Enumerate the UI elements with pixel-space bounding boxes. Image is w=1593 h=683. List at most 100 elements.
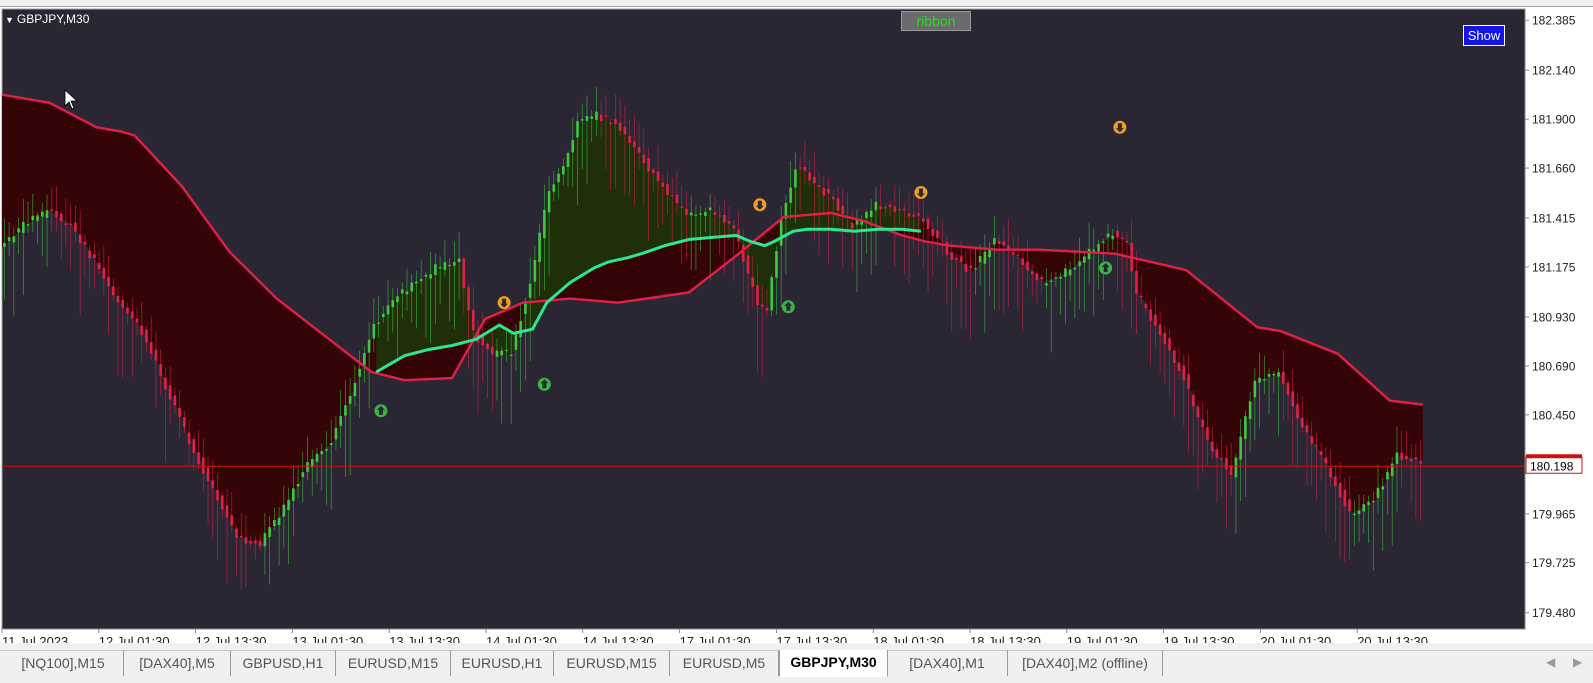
candle-body bbox=[268, 527, 271, 537]
candle-body bbox=[239, 535, 243, 538]
candle-body bbox=[983, 251, 987, 264]
candle-body bbox=[675, 194, 679, 204]
candle-body bbox=[1300, 417, 1304, 428]
chart-tab[interactable]: [NQ100],M15 bbox=[3, 651, 124, 676]
candle-body bbox=[974, 268, 977, 270]
candle-body bbox=[1101, 241, 1105, 244]
dropdown-triangle-icon[interactable]: ▼ bbox=[5, 15, 14, 25]
candle-body bbox=[1338, 483, 1342, 498]
candle-body bbox=[145, 329, 148, 343]
candle-body bbox=[964, 263, 968, 272]
show-button[interactable]: Show bbox=[1463, 25, 1505, 46]
candle-body bbox=[296, 483, 300, 487]
candle-body bbox=[1154, 314, 1157, 326]
candle-body bbox=[1206, 427, 1209, 440]
candle-body bbox=[1163, 333, 1167, 345]
candle-body bbox=[434, 264, 437, 275]
candle-body bbox=[993, 238, 996, 245]
symbol-label[interactable]: ▼ GBPJPY,M30 bbox=[5, 12, 89, 26]
price-tick-label: 180.930 bbox=[1532, 310, 1576, 324]
candle-body bbox=[969, 265, 972, 269]
chart-tab[interactable]: EURUSD,M5 bbox=[670, 651, 779, 676]
candle-body bbox=[225, 505, 229, 518]
candle-body bbox=[216, 490, 219, 501]
candle-body bbox=[1405, 455, 1408, 460]
candle-body bbox=[770, 277, 774, 311]
candle-body bbox=[1083, 256, 1086, 263]
candle-body bbox=[1291, 391, 1295, 407]
candle-body bbox=[448, 264, 451, 267]
candle-body bbox=[40, 211, 44, 217]
price-tick-label: 182.140 bbox=[1532, 64, 1576, 78]
candle-body bbox=[718, 215, 721, 217]
candle-body bbox=[959, 256, 963, 262]
candle-body bbox=[865, 211, 868, 219]
price-chart[interactable]: 182.385 182.140 181.900 181.660 181.415 181.1… bbox=[0, 7, 1593, 643]
candle-body bbox=[1234, 457, 1238, 478]
candle-body bbox=[367, 339, 371, 353]
candle-body bbox=[1026, 261, 1029, 271]
candle-body bbox=[907, 213, 911, 217]
candle-body bbox=[178, 407, 181, 418]
candle-body bbox=[841, 205, 845, 214]
candle-body bbox=[618, 122, 622, 131]
candle-body bbox=[78, 234, 82, 244]
candle-body bbox=[1277, 372, 1280, 377]
chart-tab[interactable]: EURUSD,H1 bbox=[451, 651, 554, 676]
candle-body bbox=[1225, 458, 1228, 470]
candle-body bbox=[396, 296, 399, 303]
candle-body bbox=[135, 318, 139, 323]
candle-body bbox=[457, 258, 461, 263]
time-tick-label: 14 Jul 13:30 bbox=[583, 634, 654, 643]
chart-tab[interactable]: EURUSD,M15 bbox=[554, 651, 670, 676]
candle-body bbox=[486, 343, 489, 350]
candle-body bbox=[1390, 463, 1394, 477]
candle-body bbox=[1201, 419, 1205, 427]
candle-body bbox=[149, 341, 153, 354]
tab-scroll-left-icon[interactable]: ◀ bbox=[1546, 655, 1555, 669]
candle-body bbox=[912, 214, 916, 217]
candle-body bbox=[528, 283, 532, 298]
candle-body bbox=[888, 204, 892, 208]
candle-body bbox=[1329, 468, 1332, 478]
ribbon-button[interactable]: ribbon bbox=[901, 11, 971, 31]
candle-body bbox=[1400, 452, 1403, 460]
candle-body bbox=[391, 300, 395, 308]
candle-body bbox=[704, 212, 707, 216]
candle-body bbox=[306, 462, 309, 472]
chart-window[interactable]: 182.385 182.140 181.900 181.660 181.415 181.1… bbox=[0, 7, 1593, 643]
time-tick-label: 14 Jul 01:30 bbox=[486, 634, 557, 643]
chart-tab[interactable]: [DAX40],M2 (offline) bbox=[1008, 651, 1163, 676]
candle-body bbox=[1305, 425, 1309, 433]
candle-body bbox=[244, 537, 248, 544]
candle-body bbox=[36, 215, 39, 221]
candle-body bbox=[874, 201, 878, 211]
candle-body bbox=[803, 166, 807, 171]
time-tick-label: 19 Jul 01:30 bbox=[1067, 634, 1138, 643]
time-tick-label: 13 Jul 13:30 bbox=[389, 634, 460, 643]
candle-body bbox=[1258, 377, 1261, 383]
candle-body bbox=[211, 480, 215, 488]
candle-body bbox=[93, 254, 96, 258]
candle-body bbox=[1244, 416, 1247, 439]
candle-body bbox=[813, 176, 816, 184]
time-tick-label: 13 Jul 01:30 bbox=[292, 634, 363, 643]
candle-body bbox=[1281, 371, 1285, 385]
candle-body bbox=[732, 225, 736, 229]
candle-body bbox=[661, 182, 665, 187]
candle-body bbox=[1353, 513, 1356, 516]
chart-tab[interactable]: EURUSD,M15 bbox=[336, 651, 451, 676]
chart-tab[interactable]: [DAX40],M1 bbox=[887, 651, 1008, 676]
candle-body bbox=[637, 146, 641, 153]
chart-tab[interactable]: GBPJPY,M30 bbox=[779, 650, 888, 677]
candle-body bbox=[443, 262, 447, 270]
candle-body bbox=[1324, 457, 1328, 464]
candle-body bbox=[1049, 280, 1053, 282]
tab-scroll-right-icon[interactable]: ▶ bbox=[1573, 655, 1582, 669]
candle-body bbox=[666, 184, 669, 196]
candle-body bbox=[495, 350, 499, 357]
chart-tab[interactable]: GBPUSD,H1 bbox=[231, 651, 336, 676]
candle-body bbox=[107, 276, 110, 287]
time-tick-label: 17 Jul 13:30 bbox=[776, 634, 847, 643]
chart-tab[interactable]: [DAX40],M5 bbox=[124, 651, 231, 676]
